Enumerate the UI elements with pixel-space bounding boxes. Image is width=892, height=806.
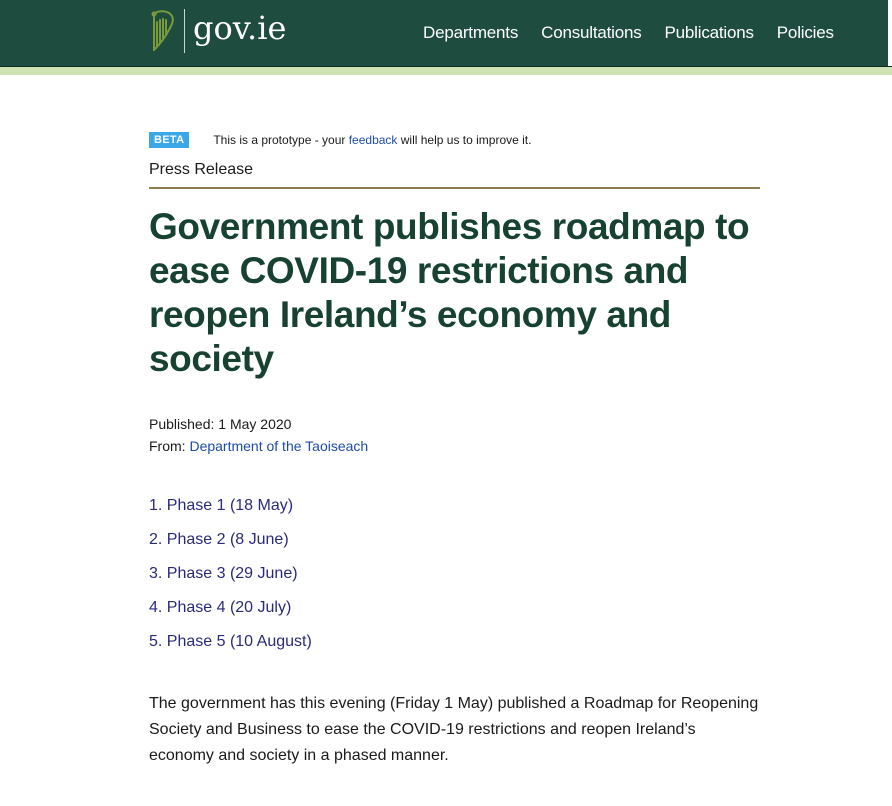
phase-3-link[interactable]: Phase 3 (29 June) [167,565,298,582]
published-date: 1 May 2020 [218,416,292,432]
list-number: 4. [149,599,163,616]
nav-departments[interactable]: Departments [423,23,518,43]
published-label: Published: [149,416,219,432]
beta-text-after: will help us to improve it. [397,133,532,147]
phase-4-link[interactable]: Phase 4 (20 July) [167,599,292,616]
header-accent-strip [0,67,892,75]
content-type-label: Press Release [149,161,760,189]
nav-consultations[interactable]: Consultations [541,23,642,43]
from-line: From: Department of the Taoiseach [149,435,760,457]
phase-5-link[interactable]: Phase 5 (10 August) [167,633,312,650]
beta-banner: BETA This is a prototype - your feedback… [149,130,760,150]
site-header: gov.ie Departments Consultations Publica… [0,0,892,67]
logo-divider [184,9,185,53]
main-content: BETA This is a prototype - your feedback… [149,130,760,785]
home-logo-link[interactable]: gov.ie [148,6,286,56]
beta-badge: BETA [149,132,190,148]
main-nav: Departments Consultations Publications P… [423,0,857,66]
list-number: 2. [149,531,163,548]
beta-text: This is a prototype - your feedback will… [213,133,531,147]
article-meta: Published: 1 May 2020 From: Department o… [149,413,760,457]
list-number: 1. [149,497,163,514]
scrollbar-edge [888,0,892,66]
harp-icon [151,10,174,51]
logo-text: gov.ie [193,9,287,47]
published-line: Published: 1 May 2020 [149,413,760,435]
list-number: 5. [149,633,163,650]
phase-list: 1. Phase 1 (18 May) 2. Phase 2 (8 June) … [149,497,760,667]
phase-2-link[interactable]: Phase 2 (8 June) [167,531,289,548]
list-item: 2. Phase 2 (8 June) [149,531,760,565]
page-title: Government publishes roadmap to ease COV… [149,206,750,379]
list-item: 4. Phase 4 (20 July) [149,599,760,633]
intro-paragraph: The government has this evening (Friday … [149,695,759,764]
list-item: 1. Phase 1 (18 May) [149,497,760,531]
list-item: 3. Phase 3 (29 June) [149,565,760,599]
list-number: 3. [149,565,163,582]
list-item: 5. Phase 5 (10 August) [149,633,760,667]
department-link[interactable]: Department of the Taoiseach [189,438,368,454]
from-label: From: [149,438,190,454]
phase-1-link[interactable]: Phase 1 (18 May) [167,497,293,514]
nav-publications[interactable]: Publications [665,23,754,43]
beta-text-before: This is a prototype - your [213,133,349,147]
nav-policies[interactable]: Policies [777,23,834,43]
feedback-link[interactable]: feedback [349,133,398,147]
